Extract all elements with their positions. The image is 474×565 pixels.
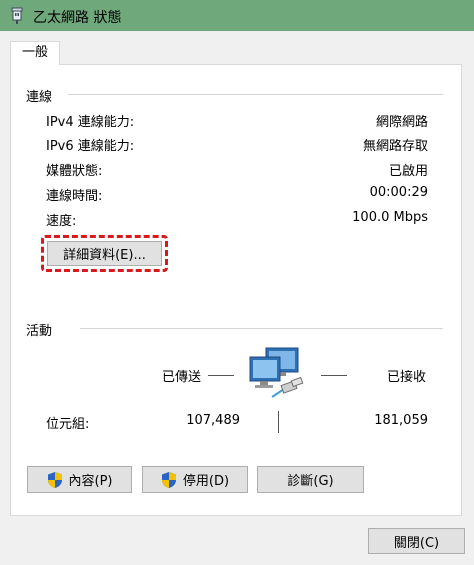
tab-panel (10, 64, 462, 516)
bytes-label: 位元組: (46, 417, 90, 432)
ipv6-value: 無網路存取 (362, 139, 428, 154)
details-button[interactable]: 詳細資料(E)... (47, 241, 162, 266)
network-computers-icon (249, 347, 304, 398)
bytes-sent-value: 107,489 (186, 413, 240, 428)
ipv4-label: IPv4 連線能力: (46, 115, 135, 130)
received-dash (321, 375, 347, 376)
properties-label: 內容(P) (68, 474, 113, 489)
network-adapter-icon (11, 7, 23, 24)
properties-button[interactable]: 內容(P) (27, 466, 132, 493)
title-bar[interactable]: 乙太網路 狀態 (0, 0, 474, 31)
close-button[interactable]: 關閉(C) (368, 528, 465, 554)
ipv6-label: IPv6 連線能力: (46, 139, 135, 154)
speed-label: 速度: (46, 214, 77, 229)
activity-divider (80, 328, 443, 329)
disable-label: 停用(D) (182, 474, 230, 489)
activity-heading: 活動 (26, 324, 53, 339)
ipv4-value: 網際網路 (375, 115, 428, 130)
media-state-value: 已啟用 (388, 164, 428, 179)
tab-general[interactable]: 一般 (10, 41, 60, 65)
duration-value: 00:00:29 (369, 185, 428, 200)
disable-button[interactable]: 停用(D) (142, 466, 248, 493)
window-title: 乙太網路 狀態 (33, 10, 122, 26)
uac-shield-icon (47, 471, 62, 488)
uac-shield-icon (161, 471, 176, 488)
connection-heading: 連線 (26, 90, 53, 105)
sent-label: 已傳送 (162, 370, 202, 385)
sent-dash (208, 375, 234, 376)
activity-separator (278, 411, 279, 433)
received-label: 已接收 (387, 370, 427, 385)
duration-label: 連線時間: (46, 189, 103, 204)
diagnose-button[interactable]: 診斷(G) (257, 466, 364, 493)
speed-value: 100.0 Mbps (352, 210, 428, 225)
connection-divider (68, 94, 443, 95)
bytes-received-value: 181,059 (374, 413, 428, 428)
media-state-label: 媒體狀態: (46, 164, 103, 179)
